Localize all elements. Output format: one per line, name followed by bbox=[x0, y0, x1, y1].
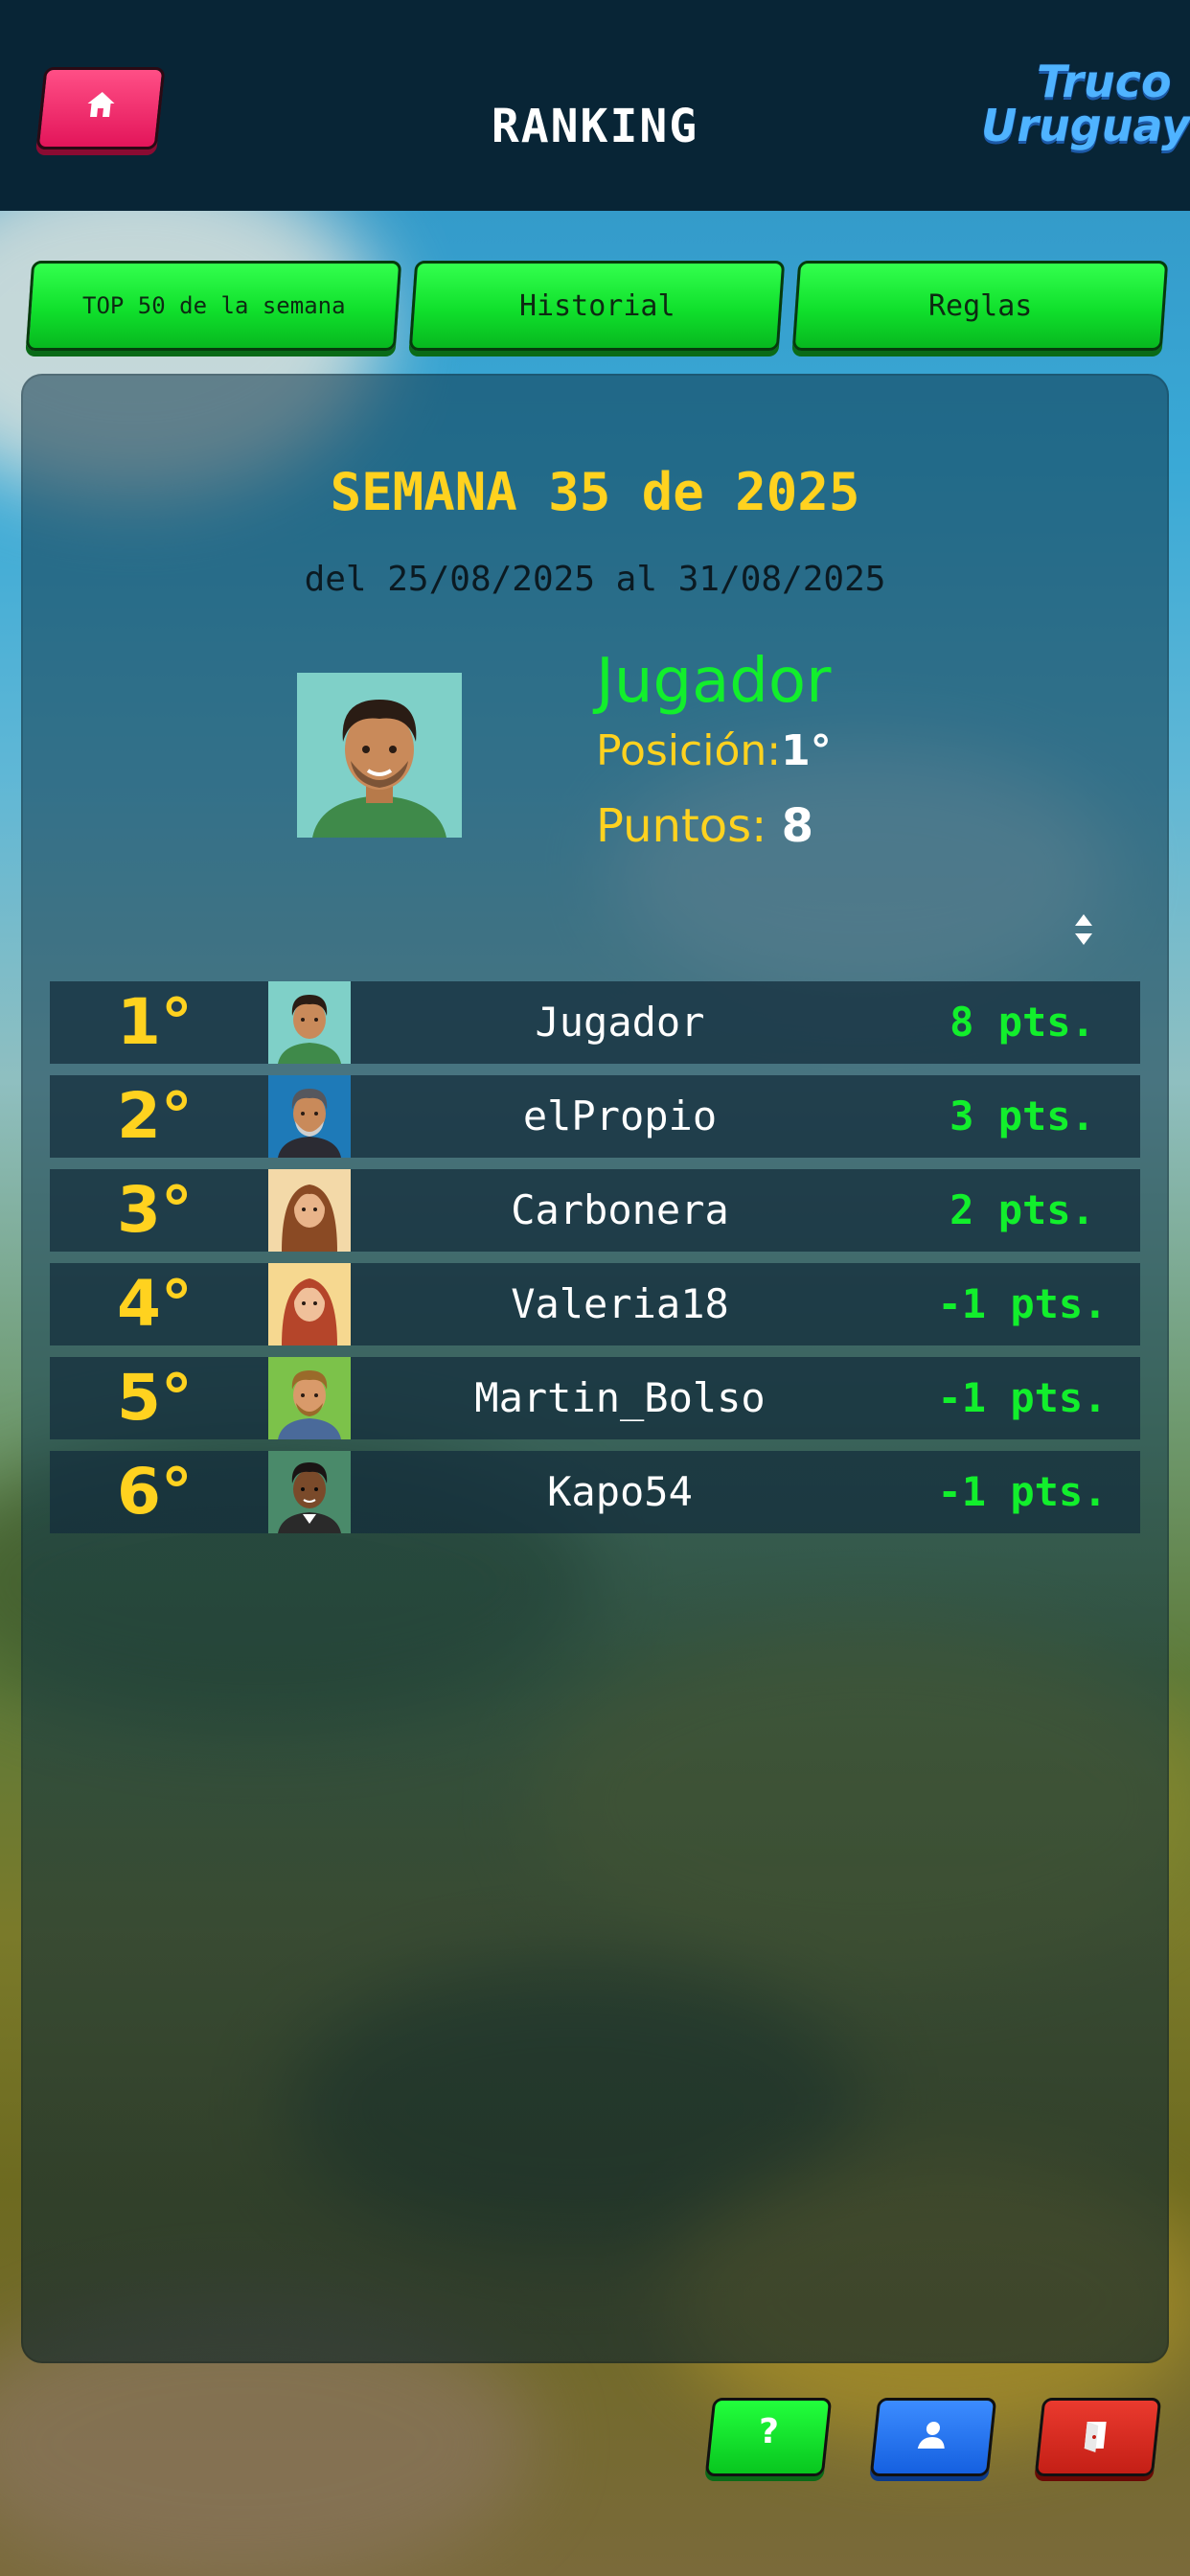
help-button[interactable]: ? bbox=[704, 2398, 833, 2476]
player-position: Posición:1° bbox=[596, 726, 832, 775]
avatar bbox=[268, 1075, 351, 1158]
rank-number: 5° bbox=[117, 1361, 193, 1435]
ranking-row[interactable]: 6° Kapo54 -1 pts. bbox=[50, 1451, 1140, 1533]
tab-reglas[interactable]: Reglas bbox=[791, 261, 1169, 351]
rank-number: 6° bbox=[117, 1455, 193, 1529]
top-bar: RANKING Truco Uruguayo bbox=[0, 0, 1190, 211]
ranking-row[interactable]: 4° Valeria18 -1 pts. bbox=[50, 1263, 1140, 1346]
avatar bbox=[268, 981, 351, 1064]
player-points: -1 pts. bbox=[937, 1468, 1108, 1515]
truco-uruguayo-logo: Truco Uruguayo bbox=[981, 56, 1190, 151]
player-points: -1 pts. bbox=[937, 1280, 1108, 1327]
rank-number: 3° bbox=[117, 1173, 193, 1247]
avatar bbox=[268, 1169, 351, 1252]
player-points: 3 pts. bbox=[950, 1092, 1095, 1139]
tab-historial[interactable]: Historial bbox=[408, 261, 786, 351]
ranking-row[interactable]: 2° elPropio 3 pts. bbox=[50, 1075, 1140, 1158]
profile-button[interactable] bbox=[869, 2398, 997, 2476]
player-name: Jugador bbox=[596, 646, 832, 717]
player-name: Martin_Bolso bbox=[474, 1374, 766, 1421]
ranking-row[interactable]: 3° Carbonera 2 pts. bbox=[50, 1169, 1140, 1252]
avatar bbox=[268, 1357, 351, 1439]
player-points: Puntos: 8 bbox=[596, 799, 813, 853]
exit-icon bbox=[1084, 2422, 1107, 2452]
player-name: Valeria18 bbox=[511, 1280, 729, 1327]
tab-top50[interactable]: TOP 50 de la semana bbox=[25, 261, 402, 351]
player-avatar bbox=[297, 673, 462, 838]
help-icon: ? bbox=[759, 2412, 780, 2451]
ranking-row[interactable]: 1° Jugador 8 pts. bbox=[50, 981, 1140, 1064]
player-name: Carbonera bbox=[511, 1186, 729, 1233]
player-name: Jugador bbox=[535, 999, 705, 1046]
user-icon bbox=[917, 2422, 945, 2449]
avatar bbox=[268, 1263, 351, 1346]
rank-number: 2° bbox=[117, 1079, 193, 1153]
player-points: 8 pts. bbox=[950, 999, 1095, 1046]
week-range: del 25/08/2025 al 31/08/2025 bbox=[304, 560, 886, 599]
rank-number: 4° bbox=[117, 1267, 193, 1341]
week-title: SEMANA 35 de 2025 bbox=[330, 462, 860, 522]
avatar bbox=[268, 1451, 351, 1533]
player-points: 2 pts. bbox=[950, 1186, 1095, 1233]
sort-icon[interactable] bbox=[1071, 910, 1096, 949]
rank-number: 1° bbox=[117, 985, 193, 1059]
player-points: -1 pts. bbox=[937, 1374, 1108, 1421]
ranking-row[interactable]: 5° Martin_Bolso -1 pts. bbox=[50, 1357, 1140, 1439]
exit-button[interactable] bbox=[1034, 2398, 1162, 2476]
player-name: Kapo54 bbox=[547, 1468, 693, 1515]
player-name: elPropio bbox=[522, 1092, 718, 1139]
